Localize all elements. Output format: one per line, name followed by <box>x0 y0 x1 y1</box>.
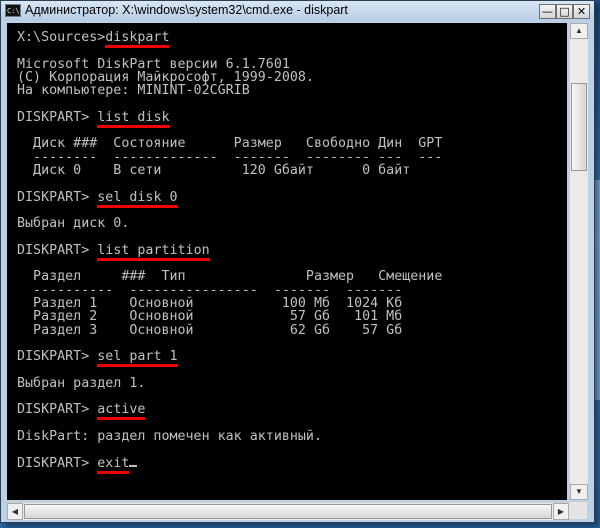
console-output-line <box>17 417 442 430</box>
console-prompt-line: X:\Sources>diskpart <box>17 30 442 48</box>
console-prompt-line: DISKPART> sel disk 0 <box>17 189 442 208</box>
console-prompt-line: DISKPART> active <box>17 402 442 421</box>
highlighted-command: sel disk 0 <box>97 189 178 208</box>
console-output-line: Выбран диск 0. <box>17 217 442 230</box>
highlighted-command: exit <box>97 455 130 474</box>
console-output-line: На компьютере: MININT-02CGRIB <box>17 84 442 97</box>
console-output-line <box>17 363 442 376</box>
text-cursor <box>129 464 138 467</box>
output-text: DiskPart: раздел помечен как активный. <box>17 428 322 444</box>
prompt-text: DISKPART> <box>17 109 98 125</box>
cmd-app-icon[interactable]: C:\ <box>5 4 21 17</box>
console-output-line <box>17 390 442 403</box>
console-output-line <box>17 177 442 190</box>
vertical-scrollbar[interactable]: ▲ ▼ <box>569 23 588 500</box>
horizontal-scroll-thumb[interactable] <box>24 504 552 519</box>
console-lines: X:\Sources>diskpart Microsoft DiskPart ве… <box>17 30 442 474</box>
console-output-line: ---------- ---------------- ------- ----… <box>17 283 442 297</box>
console-output-line <box>17 230 442 243</box>
highlighted-command: list partition <box>97 242 210 261</box>
scroll-down-button[interactable]: ▼ <box>570 484 588 500</box>
console-output-line <box>17 97 442 110</box>
maximize-button[interactable]: □ <box>556 4 573 19</box>
scroll-left-button[interactable]: ◀ <box>7 503 23 520</box>
console-prompt-line: DISKPART> sel part 1 <box>17 349 442 368</box>
prompt-text: DISKPART> <box>17 242 98 258</box>
cmd-window: C:\ Администратор: X:\windows\system32\c… <box>0 0 595 523</box>
highlighted-command: diskpart <box>105 30 170 48</box>
console-output-line: Раздел 3 Основной 62 Gб 57 Gб <box>17 322 442 338</box>
console-prompt-line: DISKPART> list partition <box>17 242 442 261</box>
highlighted-command: active <box>97 402 146 421</box>
title-bar[interactable]: C:\ Администратор: X:\windows\system32\c… <box>1 1 594 21</box>
output-text: Раздел 3 Основной 62 Gб 57 Gб <box>17 322 403 338</box>
vertical-scroll-thumb[interactable] <box>571 83 587 171</box>
scroll-right-button[interactable]: ▶ <box>553 503 569 520</box>
prompt-text: DISKPART> <box>17 349 98 365</box>
console-output-line: -------- ------------- ------- -------- … <box>17 151 442 164</box>
highlighted-command: list disk <box>97 109 170 128</box>
console-output-line: Раздел ### Тип Размер Смещение <box>17 270 442 283</box>
console-output-line: Раздел 1 Основной 100 Mб 1024 Kб <box>17 297 442 310</box>
console-output-line <box>17 204 442 217</box>
console-output[interactable]: X:\Sources>diskpart Microsoft DiskPart ве… <box>7 23 567 500</box>
console-prompt-line: DISKPART> exit <box>17 455 442 474</box>
minimize-button[interactable]: — <box>539 4 556 19</box>
size-grip[interactable] <box>569 502 587 519</box>
console-output-line: Раздел 2 Основной 57 Gб 101 Mб <box>17 310 442 323</box>
console-output-line <box>17 124 442 137</box>
horizontal-scrollbar[interactable]: ◀ ▶ <box>7 502 569 520</box>
console-output-line <box>17 337 442 350</box>
output-text: Выбран раздел 1. <box>17 375 146 391</box>
scroll-up-button[interactable]: ▲ <box>570 23 588 39</box>
prompt-text: DISKPART> <box>17 402 98 418</box>
console-output-line <box>17 44 442 57</box>
console-output-line: Диск ### Состояние Размер Свободно Дин G… <box>17 137 442 150</box>
console-output-line: DiskPart: раздел помечен как активный. <box>17 430 442 443</box>
prompt-text: X:\Sources> <box>17 30 106 45</box>
prompt-text: DISKPART> <box>17 455 98 471</box>
close-button[interactable]: ✕ <box>573 4 590 19</box>
prompt-text: DISKPART> <box>17 189 98 205</box>
console-output-line: (C) Корпорация Майкрософт, 1999-2008. <box>17 71 442 84</box>
console-prompt-line: DISKPART> list disk <box>17 109 442 128</box>
console-output-line <box>17 257 442 270</box>
output-text: Диск 0 В сети 120 Gбайт 0 байт <box>17 162 411 178</box>
console-output-line <box>17 443 442 456</box>
highlighted-command: sel part 1 <box>97 349 178 368</box>
output-text: Выбран диск 0. <box>17 216 130 232</box>
console-output-line: Microsoft DiskPart версии 6.1.7601 <box>17 57 442 71</box>
console-output-line: Диск 0 В сети 120 Gбайт 0 байт <box>17 164 442 177</box>
output-text: На компьютере: MININT-02CGRIB <box>17 83 250 99</box>
console-output-line: Выбран раздел 1. <box>17 377 442 390</box>
window-title: Администратор: X:\windows\system32\cmd.e… <box>25 3 348 17</box>
